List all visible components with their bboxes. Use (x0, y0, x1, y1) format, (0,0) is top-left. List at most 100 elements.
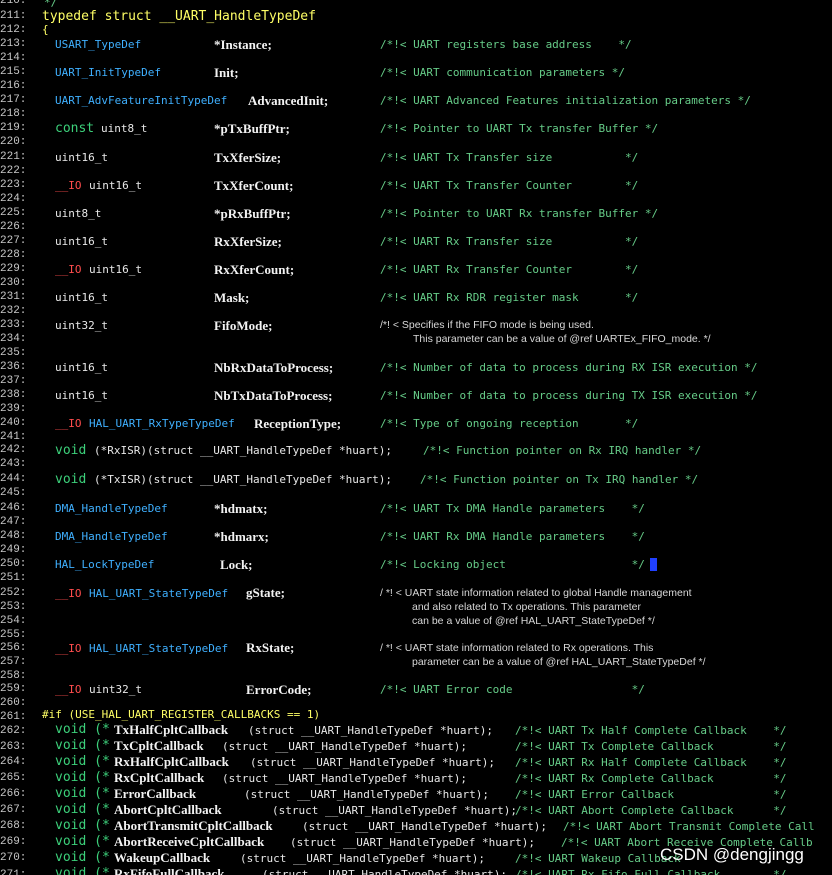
line-number: 227: (0, 235, 27, 247)
callback-comment: /*!< UART Tx Complete Callback */ (515, 740, 787, 753)
line-number: 259: (0, 683, 27, 695)
line-number: 252: (0, 587, 27, 599)
line-number: 266: (0, 788, 27, 800)
line-number: 265: (0, 772, 27, 784)
line-number: 211: (0, 10, 27, 22)
line-number: 235: (0, 347, 27, 359)
field-comment: /*!< UART Advanced Features initializati… (380, 94, 751, 107)
field-comment: /*!< UART Rx DMA Handle parameters */ (380, 530, 645, 543)
line-number: 242: (0, 444, 27, 456)
preprocessor-if: #if (USE_HAL_UART_REGISTER_CALLBACKS == … (42, 708, 321, 721)
field-type: DMA_HandleTypeDef (55, 530, 168, 543)
line-number: 269: (0, 836, 27, 848)
field-comment: /*!< UART Tx Transfer Counter */ (380, 179, 639, 192)
field-type: uint32_t (55, 319, 108, 332)
line-number: 230: (0, 277, 27, 289)
callback-args: (struct __UART_HandleTypeDef *huart); (290, 836, 536, 849)
text-cursor (650, 558, 657, 571)
function-pointer-decl: (*RxISR)(struct __UART_HandleTypeDef *hu… (94, 444, 393, 457)
field-type: UART_InitTypeDef (55, 66, 161, 79)
line-number: 236: (0, 361, 27, 373)
field-qualifier: void (55, 443, 87, 458)
callback-name: WakeupCallback (114, 850, 211, 865)
field-type: USART_TypeDef (55, 38, 142, 51)
field-comment: /*!< Type of ongoing reception */ (380, 417, 639, 430)
callback-name: AbortCpltCallback (114, 802, 222, 817)
callback-name: TxCpltCallback (114, 738, 204, 753)
line-number: 255: (0, 629, 27, 641)
line-number: 213: (0, 38, 27, 50)
field-comment: /*!< Number of data to process during TX… (380, 389, 758, 402)
field-name: TxXferSize; (214, 150, 282, 165)
field-name: NbRxDataToProcess; (214, 360, 334, 375)
callback-comment: /*!< UART Tx Half Complete Callback */ (515, 724, 787, 737)
callback-name: AbortReceiveCpltCallback (114, 834, 265, 849)
callback-name: ErrorCallback (114, 786, 197, 801)
field-qualifier: __IO (55, 179, 82, 192)
line-number: 225: (0, 207, 27, 219)
field-name: AdvancedInit; (248, 93, 329, 108)
line-number: 257: (0, 656, 27, 668)
callback-args: (struct __UART_HandleTypeDef *huart); (222, 740, 468, 753)
field-name: RxState; (246, 640, 295, 655)
watermark: CSDN @dengjingg (660, 845, 804, 864)
callback-prefix: void (* (55, 802, 110, 817)
field-type: uint16_t (55, 235, 108, 248)
field-name: RxXferSize; (214, 234, 282, 249)
callback-args: (struct __UART_HandleTypeDef *huart); (244, 788, 490, 801)
field-type: uint16_t (55, 389, 108, 402)
field-name: ErrorCode; (246, 682, 312, 697)
line-number: 246: (0, 502, 27, 514)
callback-comment: /*!< UART Wakeup Callback (515, 852, 681, 865)
field-type: HAL_UART_StateTypeDef (89, 587, 229, 600)
field-comment: /*!< Function pointer on Rx IRQ handler … (423, 444, 702, 457)
line-number: 221: (0, 151, 27, 163)
callback-comment: /*!< UART Rx Half Complete Callback */ (515, 756, 787, 769)
line-number: 239: (0, 403, 27, 415)
callback-comment: /*!< UART Error Callback */ (515, 788, 787, 801)
callback-prefix: void (* (55, 866, 110, 875)
field-type: uint32_t (89, 683, 142, 696)
line-number: 215: (0, 66, 27, 78)
line-number: 241: (0, 431, 27, 443)
field-type: HAL_LockTypeDef (55, 558, 155, 571)
field-name: *Instance; (214, 37, 272, 52)
callback-args: (struct __UART_HandleTypeDef *huart); (302, 820, 548, 833)
field-comment: /*!< UART communication parameters */ (380, 66, 626, 79)
line-number: 264: (0, 756, 27, 768)
callback-name: AbortTransmitCpltCallback (114, 818, 273, 833)
line-number: 231: (0, 291, 27, 303)
field-name: ReceptionType; (254, 416, 342, 431)
line-number: 250: (0, 558, 27, 570)
field-comment: /*!< UART Tx Transfer size */ (380, 151, 639, 164)
callback-args: (struct __UART_HandleTypeDef *huart); (240, 852, 486, 865)
field-type: HAL_UART_RxTypeTypeDef (89, 417, 235, 430)
callback-comment: /*!< UART Abort Transmit Complete Call (563, 820, 815, 833)
callback-comment: /*!< UART Rx Complete Callback */ (515, 772, 787, 785)
line-number: 238: (0, 389, 27, 401)
callback-name: RxFifoFullCallback (114, 866, 225, 875)
line-number: 249: (0, 544, 27, 556)
field-type: HAL_UART_StateTypeDef (89, 642, 229, 655)
line-number: 224: (0, 193, 27, 205)
line-number: 214: (0, 52, 27, 64)
line-number: 247: (0, 516, 27, 528)
field-qualifier: const (55, 121, 95, 136)
field-comment: /*!< UART Rx Transfer Counter */ (380, 263, 639, 276)
open-brace: { (42, 23, 49, 36)
line-number: 258: (0, 670, 27, 682)
field-qualifier: __IO (55, 587, 82, 600)
line-number: 245: (0, 487, 27, 499)
line-number: 244: (0, 473, 27, 485)
field-name: Mask; (214, 290, 250, 305)
code-editor[interactable]: 210: 211: 212: 213: 214: 215: 216: 217: 218: 219:… (0, 0, 832, 875)
line-number: 223: (0, 179, 27, 191)
line-number: 226: (0, 221, 27, 233)
line-number: 240: (0, 417, 27, 429)
line-number: 263: (0, 741, 27, 753)
function-pointer-decl: (*TxISR)(struct __UART_HandleTypeDef *hu… (94, 473, 393, 486)
callback-comment: /*!< UART Abort Complete Callback */ (515, 804, 787, 817)
field-qualifier: __IO (55, 263, 82, 276)
field-comment-continued: This parameter can be a value of @ref UA… (413, 333, 711, 345)
field-comment: /*!< UART Rx Transfer size */ (380, 235, 639, 248)
